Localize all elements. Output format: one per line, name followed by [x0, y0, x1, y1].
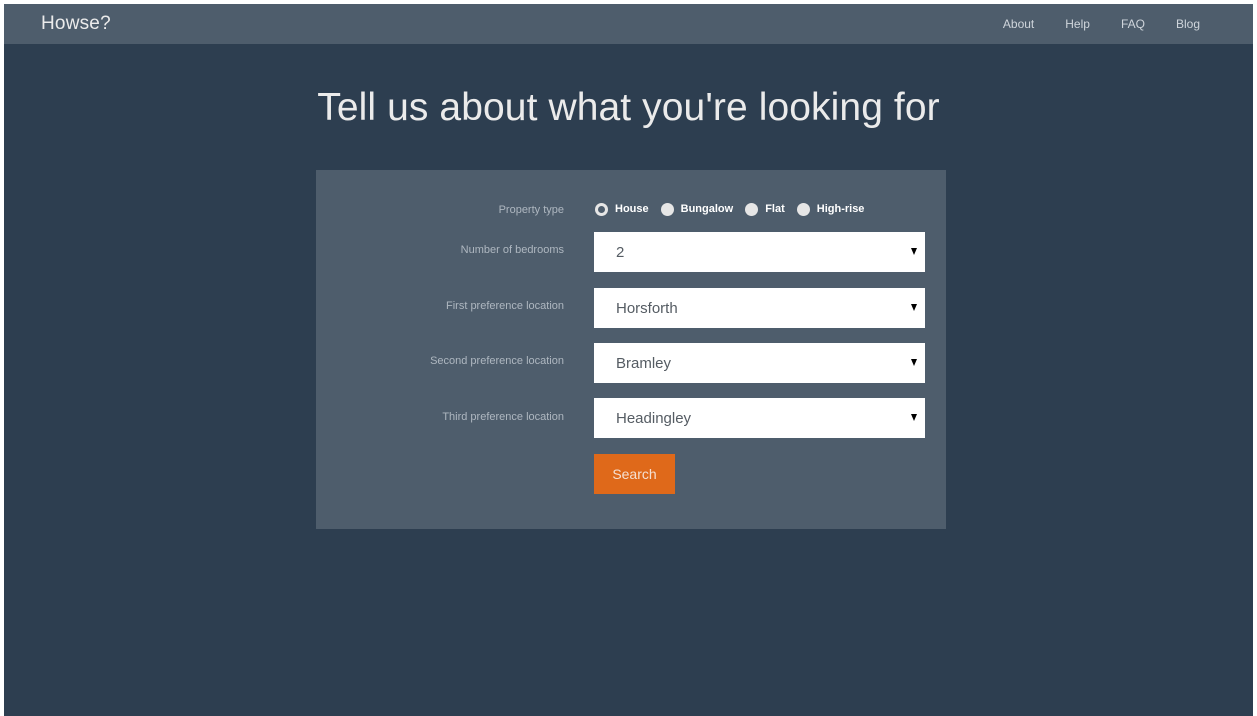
radio-flat[interactable]: Flat: [745, 202, 785, 216]
third-location-select-value: Headingley: [616, 410, 692, 427]
second-location-label: Second preference location: [430, 355, 564, 367]
app-frame: Howse? About Help FAQ Blog Tell us about…: [4, 4, 1253, 716]
property-type-radio-group: House Bungalow Flat High-rise: [595, 200, 876, 218]
caret-down-icon: [911, 304, 917, 311]
page-title: Tell us about what you're looking for: [317, 86, 940, 129]
bedrooms-select-value: 2: [616, 244, 625, 261]
brand-logo[interactable]: Howse?: [41, 13, 111, 35]
search-button[interactable]: Search: [594, 454, 675, 494]
radio-unchecked-icon[interactable]: [745, 202, 759, 216]
radio-bungalow[interactable]: Bungalow: [660, 202, 734, 216]
first-location-select-value: Horsforth: [616, 300, 678, 317]
third-location-select[interactable]: Headingley: [594, 398, 925, 438]
radio-label-bungalow: Bungalow: [680, 203, 734, 215]
nav-link-blog[interactable]: Blog: [1176, 17, 1200, 31]
second-location-select[interactable]: Bramley: [594, 343, 925, 383]
first-location-label: First preference location: [446, 300, 564, 312]
nav-link-help[interactable]: Help: [1065, 17, 1090, 31]
radio-label-house: House: [615, 203, 649, 215]
radio-unchecked-icon[interactable]: [660, 202, 674, 216]
radio-checked-icon[interactable]: [595, 202, 608, 216]
nav-link-faq[interactable]: FAQ: [1121, 17, 1145, 31]
caret-down-icon: [911, 414, 917, 421]
radio-unchecked-icon[interactable]: [796, 202, 810, 216]
bedrooms-label: Number of bedrooms: [460, 244, 564, 256]
nav-links: About Help FAQ Blog: [972, 4, 1200, 44]
nav-link-about[interactable]: About: [1003, 17, 1034, 31]
radio-high-rise[interactable]: High-rise: [796, 202, 865, 216]
first-location-select[interactable]: Horsforth: [594, 288, 925, 328]
caret-down-icon: [911, 248, 917, 255]
radio-house[interactable]: House: [595, 202, 649, 216]
navbar: Howse? About Help FAQ Blog: [4, 4, 1253, 44]
property-type-label: Property type: [498, 204, 564, 216]
caret-down-icon: [911, 359, 917, 366]
search-form-panel: Property type House Bungalow Flat High-r…: [316, 170, 946, 529]
radio-label-high-rise: High-rise: [816, 203, 865, 215]
radio-label-flat: Flat: [765, 203, 785, 215]
bedrooms-select[interactable]: 2: [594, 232, 925, 272]
third-location-label: Third preference location: [442, 411, 564, 423]
second-location-select-value: Bramley: [616, 355, 672, 372]
